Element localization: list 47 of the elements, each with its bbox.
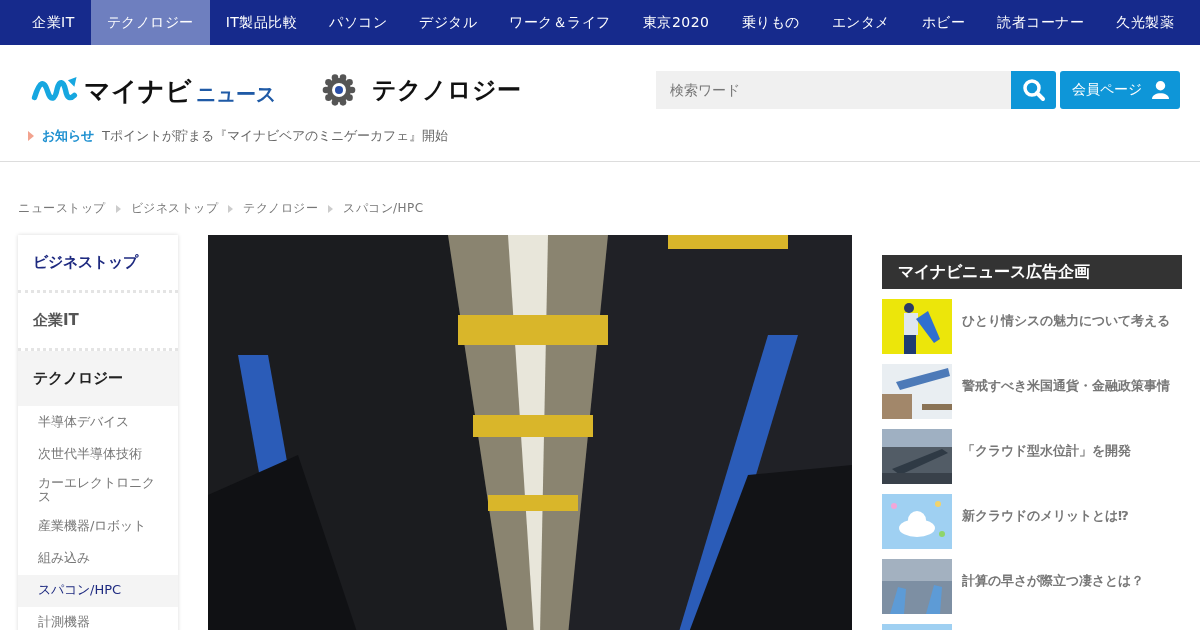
sidebar-subitem[interactable]: カーエレクトロニクス [18,470,178,511]
nav-tab[interactable]: エンタメ [815,0,906,45]
nav-tab[interactable]: デジタル [403,0,494,45]
notice-link[interactable]: Tポイントが貯まる『マイナビベアのミニゲーカフェ』開始 [102,127,448,145]
nav-tab[interactable]: IT製品比較 [209,0,314,45]
ad-link[interactable]: 新クラウドのメリットとは⁉ [962,494,1129,525]
sidebar-subitem[interactable]: 計測機器 [18,606,178,630]
gear-icon [322,72,356,107]
sidebar-subitem[interactable]: 産業機器/ロボット [18,510,178,543]
breadcrumb-link[interactable]: ニューストップ [18,200,106,217]
wave-logo-icon [30,75,80,104]
breadcrumb-link[interactable]: テクノロジー [243,200,318,217]
nav-tab[interactable]: テクノロジー [90,0,210,45]
search-icon [1021,77,1046,102]
sidebar-subitem[interactable]: 次世代半導体技術 [18,438,178,470]
breadcrumb-separator-icon [115,204,121,213]
breadcrumb-separator-icon [328,204,333,213]
sidebar-item[interactable]: テクノロジー [18,351,178,406]
sidebar-subitem[interactable]: 組み込み [18,542,178,575]
sidebar-item[interactable]: ビジネストップ [18,235,178,293]
nav-tab[interactable]: 読者コーナー [981,0,1100,45]
sidebar-subitem[interactable]: 半導体デバイス [18,406,178,438]
logo-subtext: ニュース [196,83,276,104]
notice-label: お知らせ [42,127,94,145]
triangle-bullet-icon [28,131,34,141]
ads-heading: マイナビニュース広告企画 [882,255,1182,289]
nav-tab[interactable]: 乗りもの [725,0,816,45]
ad-link[interactable]: 計算の早さが際立つ凄さとは？ [962,559,1144,590]
breadcrumb-link[interactable]: スパコン/HPC [343,200,424,217]
nav-tab[interactable]: パソコン [313,0,404,45]
breadcrumb-link[interactable]: ビジネストップ [130,200,218,217]
nav-tab[interactable]: 久光製薬 [1100,0,1190,45]
search-field[interactable]: 検索ワード [656,70,1011,109]
member-page-button[interactable]: 会員ページ [1060,70,1180,109]
nav-tab[interactable]: ワーク＆ライフ [493,0,627,45]
nav-tab[interactable]: ホビー [905,0,981,45]
ad-link[interactable]: 「クラウド型水位計」を開発 [962,429,1131,460]
nav-tab[interactable]: 企業IT [16,0,91,45]
nav-tab[interactable]: 東京2020 [626,0,726,45]
logo-text: マイナビ [84,77,192,104]
ad-link[interactable]: 警戒すべき米国通貨・金融政策事情 [962,364,1170,395]
ad-link[interactable]: ひとり情シスの魅力について考える [962,299,1170,330]
search-button[interactable] [1011,70,1056,109]
user-icon [1151,80,1169,99]
sidebar-subitem[interactable]: スパコン/HPC [18,574,178,607]
section-title: テクノロジー [372,74,521,106]
breadcrumb-separator-icon [228,204,233,213]
